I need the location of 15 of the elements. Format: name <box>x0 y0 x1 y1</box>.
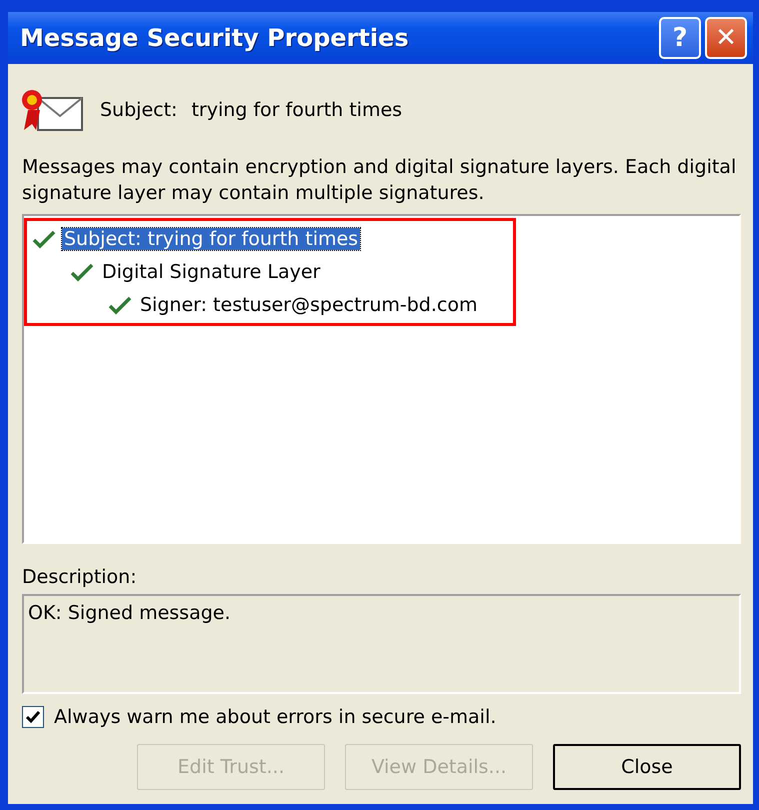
help-button[interactable]: ? <box>659 17 701 59</box>
subject-label: Subject: <box>100 99 178 121</box>
checkbox[interactable] <box>22 706 44 728</box>
description-field: OK: Signed message. <box>22 594 741 694</box>
subject-value: trying for fourth times <box>191 99 402 121</box>
checkbox-label: Always warn me about errors in secure e-mail. <box>54 706 496 728</box>
dialog-button[interactable]: Close <box>553 744 741 790</box>
tree-item[interactable]: Digital Signature Layer <box>100 260 322 282</box>
description-label: Description: <box>22 566 138 588</box>
intro-text: Messages may contain encryption and digital signature layers. Each digital signature layer may contain multiple signatures. <box>22 155 738 206</box>
close-button[interactable]: ✕ <box>705 17 747 59</box>
tree-item[interactable]: Signer: testuser@spectrum-bd.com <box>138 294 480 316</box>
tree-item[interactable]: Subject: trying for fourth times <box>62 228 360 250</box>
checkmark-icon <box>26 710 40 724</box>
window-title: Message Security Properties <box>20 24 410 52</box>
